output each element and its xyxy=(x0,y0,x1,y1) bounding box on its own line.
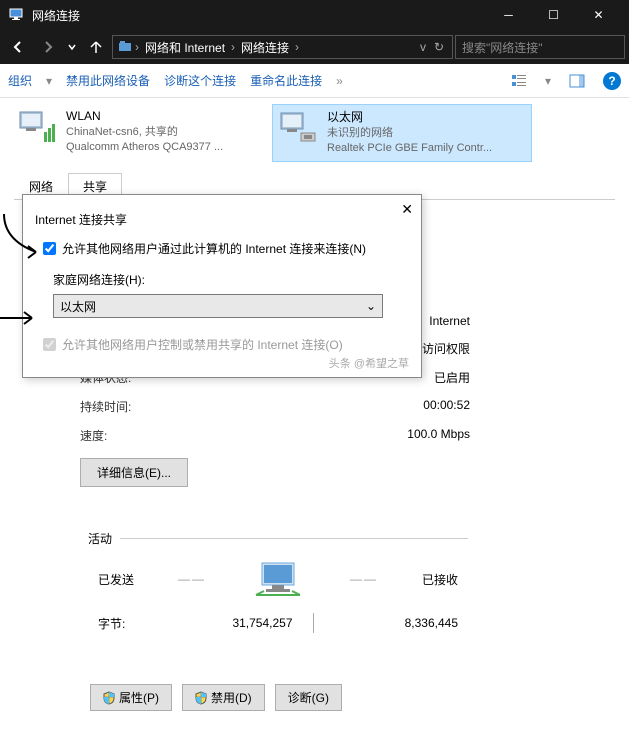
ipv4-value: Internet xyxy=(429,314,470,328)
refresh-icon[interactable]: ↻ xyxy=(430,40,448,54)
annotation-arrow-2 xyxy=(0,310,38,326)
help-button[interactable]: ? xyxy=(603,72,621,90)
connection-name: WLAN xyxy=(66,108,223,125)
close-icon[interactable]: ✕ xyxy=(401,201,413,218)
activity-section: 活动 已发送 —— —— 已接收 字节: 31,754,257 8,336,44… xyxy=(88,530,468,633)
sent-label: 已发送 xyxy=(98,571,134,588)
diagnose-link[interactable]: 诊断这个连接 xyxy=(164,72,236,89)
up-button[interactable] xyxy=(82,33,110,61)
connection-status: 未识别的网络 xyxy=(327,126,492,141)
chevron-right-icon[interactable]: » xyxy=(336,74,343,88)
allow-control-checkbox xyxy=(43,338,56,351)
connection-wlan[interactable]: WLAN ChinaNet-csn6, 共享的 Qualcomm Atheros… xyxy=(12,104,272,162)
search-placeholder: 搜索"网络连接" xyxy=(462,39,543,56)
back-button[interactable] xyxy=(4,33,32,61)
connection-status: ChinaNet-csn6, 共享的 xyxy=(66,125,223,140)
ethernet-icon xyxy=(277,109,319,147)
forward-button[interactable] xyxy=(34,33,62,61)
disable-button[interactable]: 禁用(D) xyxy=(182,684,265,711)
recent-button[interactable] xyxy=(64,33,80,61)
action-button-bar: 属性(P) 禁用(D) 诊断(G) xyxy=(90,684,342,711)
preview-pane-button[interactable] xyxy=(565,69,589,93)
home-network-combo[interactable]: 以太网 ⌄ xyxy=(53,294,383,318)
connections-pane: WLAN ChinaNet-csn6, 共享的 Qualcomm Atheros… xyxy=(0,98,629,168)
maximize-button[interactable]: ☐ xyxy=(531,0,576,30)
disable-device-link[interactable]: 禁用此网络设备 xyxy=(66,72,150,89)
command-toolbar: 组织 ▾ 禁用此网络设备 诊断这个连接 重命名此连接 » ▾ ? xyxy=(0,64,629,98)
dropdown-icon[interactable]: v xyxy=(416,40,430,54)
duration-label: 持续时间: xyxy=(80,398,131,415)
properties-label: 属性(P) xyxy=(119,689,159,706)
close-button[interactable]: ✕ xyxy=(576,0,621,30)
connection-ethernet[interactable]: 以太网 未识别的网络 Realtek PCIe GBE Family Contr… xyxy=(272,104,532,162)
activity-title: 活动 xyxy=(88,530,112,547)
speed-value: 100.0 Mbps xyxy=(407,427,470,444)
combo-value: 以太网 xyxy=(60,298,96,315)
diagnose-button[interactable]: 诊断(G) xyxy=(275,684,342,711)
chevron-right-icon: › xyxy=(229,40,237,54)
connection-name: 以太网 xyxy=(327,109,492,126)
home-network-label: 家庭网络连接(H): xyxy=(53,271,409,288)
watermark-text: 头条 @希望之草 xyxy=(329,355,409,371)
sharing-settings-overlay: ✕ Internet 连接共享 允许其他网络用户通过此计算机的 Internet… xyxy=(22,194,422,378)
dash-line: —— xyxy=(178,572,206,586)
connection-adapter: Realtek PCIe GBE Family Contr... xyxy=(327,141,492,156)
chevron-right-icon: › xyxy=(293,40,301,54)
activity-computer-icon xyxy=(250,559,306,599)
allow-control-label: 允许其他网络用户控制或禁用共享的 Internet 连接(O) xyxy=(62,336,343,353)
disable-label: 禁用(D) xyxy=(211,689,252,706)
annotation-arrow-1 xyxy=(0,210,44,260)
recv-label: 已接收 xyxy=(422,571,458,588)
window-titlebar: 网络连接 ─ ☐ ✕ xyxy=(0,0,629,30)
view-options-button[interactable] xyxy=(507,69,531,93)
shield-icon xyxy=(103,691,115,705)
organize-menu[interactable]: 组织 xyxy=(8,72,32,89)
rename-link[interactable]: 重命名此连接 xyxy=(250,72,322,89)
media-state-value: 已启用 xyxy=(434,369,470,386)
search-input[interactable]: 搜索"网络连接" xyxy=(455,35,625,59)
properties-button[interactable]: 属性(P) xyxy=(90,684,172,711)
connection-adapter: Qualcomm Atheros QCA9377 ... xyxy=(66,140,223,155)
bytes-sent-value: 31,754,257 xyxy=(168,616,313,630)
network-folder-icon xyxy=(117,39,133,55)
chevron-down-icon: ⌄ xyxy=(366,299,376,313)
wlan-icon xyxy=(16,108,58,146)
allow-sharing-checkbox[interactable] xyxy=(43,242,56,255)
duration-value: 00:00:52 xyxy=(423,398,470,415)
address-bar-area: › 网络和 Internet › 网络连接 › v ↻ 搜索"网络连接" xyxy=(0,30,629,64)
breadcrumb-2[interactable]: 网络连接 xyxy=(237,39,293,56)
speed-label: 速度: xyxy=(80,427,107,444)
dash-line: —— xyxy=(350,572,378,586)
network-icon xyxy=(8,7,24,23)
shield-icon xyxy=(195,691,207,705)
dropdown-icon[interactable]: ▾ xyxy=(46,74,52,88)
divider xyxy=(120,538,468,539)
bytes-recv-value: 8,336,445 xyxy=(314,616,459,630)
window-title: 网络连接 xyxy=(32,7,486,24)
group-title: Internet 连接共享 xyxy=(35,211,409,228)
dropdown-icon[interactable]: ▾ xyxy=(545,74,551,88)
address-bar[interactable]: › 网络和 Internet › 网络连接 › v ↻ xyxy=(112,35,453,59)
minimize-button[interactable]: ─ xyxy=(486,0,531,30)
details-button[interactable]: 详细信息(E)... xyxy=(80,458,188,487)
allow-sharing-label: 允许其他网络用户通过此计算机的 Internet 连接来连接(N) xyxy=(62,240,366,257)
chevron-right-icon: › xyxy=(133,40,141,54)
diagnose-label: 诊断(G) xyxy=(288,689,329,706)
bytes-label: 字节: xyxy=(98,615,168,632)
breadcrumb-1[interactable]: 网络和 Internet xyxy=(141,39,229,56)
